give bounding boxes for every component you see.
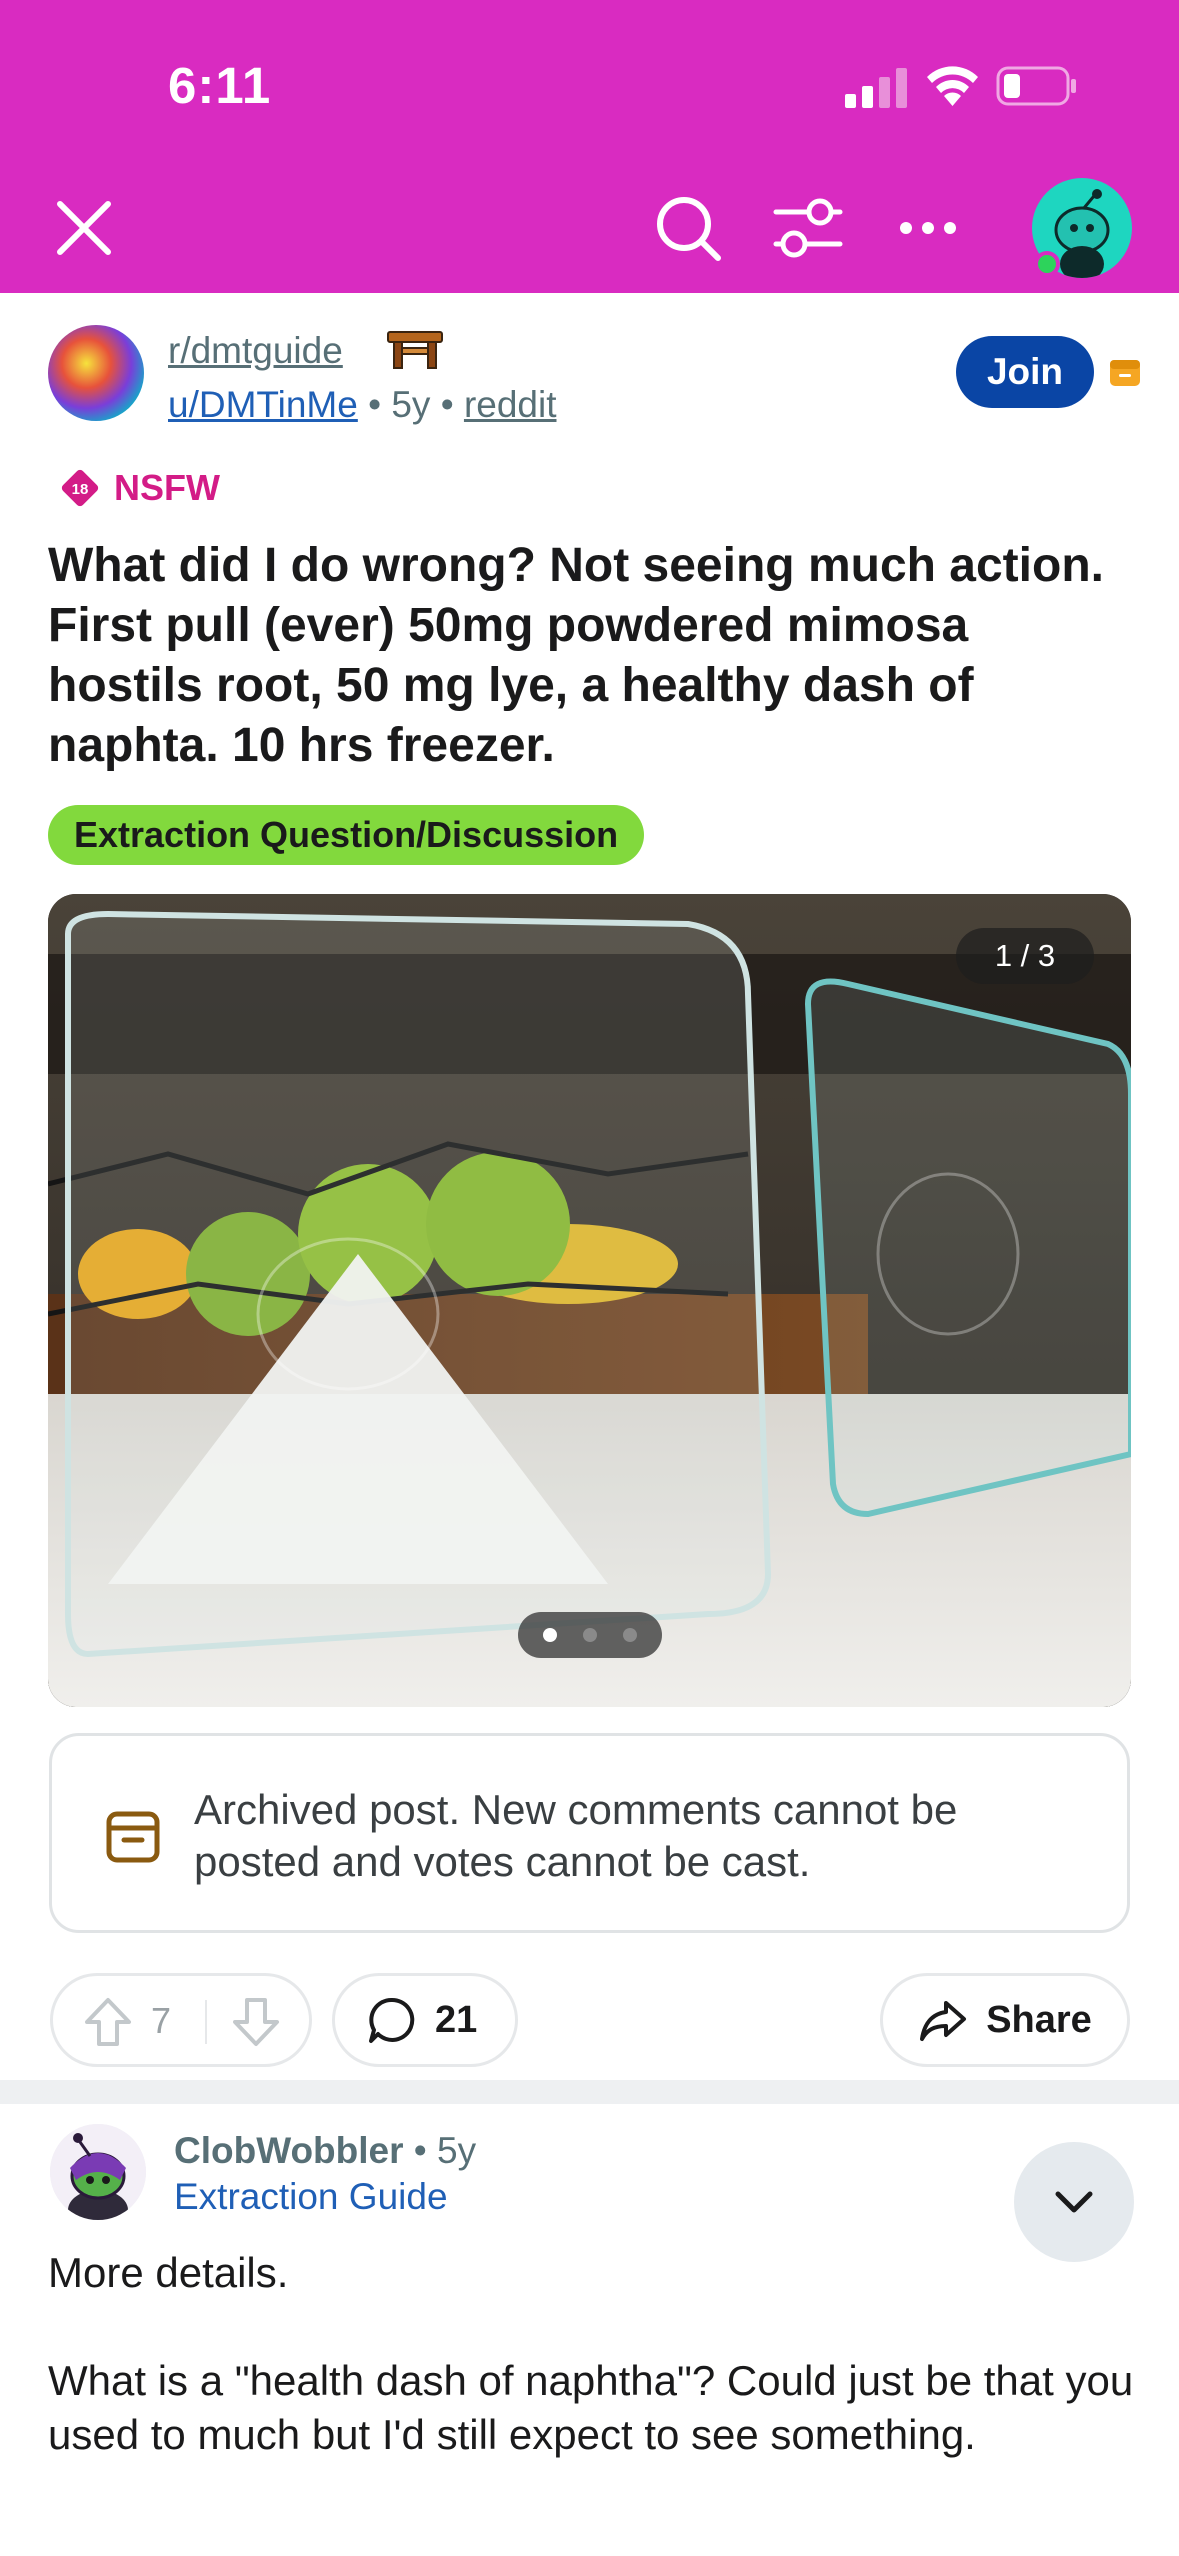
search-icon[interactable] bbox=[652, 192, 724, 264]
vote-control: 7 bbox=[50, 1973, 312, 2067]
carousel-dot[interactable] bbox=[543, 1628, 557, 1642]
comment-age: 5y bbox=[437, 2130, 477, 2171]
carousel-dots[interactable] bbox=[518, 1612, 662, 1658]
comment-meta: ClobWobbler • 5y bbox=[174, 2130, 476, 2172]
cellular-signal-icon bbox=[845, 68, 907, 108]
carousel-dot[interactable] bbox=[583, 1628, 597, 1642]
more-icon[interactable] bbox=[892, 192, 964, 264]
post-author[interactable]: u/DMTinMe bbox=[168, 384, 358, 425]
section-divider bbox=[0, 2080, 1179, 2104]
post-title[interactable]: What did I do wrong? Not seeing much act… bbox=[48, 536, 1128, 776]
meta-separator: • bbox=[440, 384, 464, 425]
post-age: 5y bbox=[391, 384, 431, 425]
snoo-avatar-icon bbox=[50, 2124, 146, 2220]
status-time: 6:11 bbox=[168, 57, 272, 114]
collapse-button[interactable] bbox=[1014, 2142, 1134, 2262]
archive-box-icon bbox=[106, 1811, 160, 1863]
vote-separator bbox=[205, 2000, 207, 2044]
battery-icon bbox=[996, 66, 1076, 106]
comment-count: 21 bbox=[435, 1998, 478, 2041]
nsfw-label: NSFW bbox=[114, 467, 220, 508]
post-meta: u/DMTinMe • 5y • reddit bbox=[168, 384, 557, 426]
top-bar: 6:11 bbox=[0, 0, 1179, 293]
chevron-down-icon bbox=[1055, 2191, 1093, 2213]
comment-icon bbox=[369, 1997, 415, 2043]
nsfw-tag: 18 NSFW bbox=[58, 466, 220, 510]
meta-separator: • bbox=[368, 384, 392, 425]
post-image[interactable] bbox=[48, 894, 1131, 1707]
carousel-dot[interactable] bbox=[623, 1628, 637, 1642]
share-label: Share bbox=[986, 1998, 1092, 2041]
online-status-dot bbox=[1034, 251, 1060, 277]
filter-icon[interactable] bbox=[772, 192, 844, 264]
post-flair[interactable]: Extraction Question/Discussion bbox=[48, 805, 645, 865]
share-icon bbox=[920, 2001, 967, 2041]
commenter-avatar[interactable] bbox=[50, 2124, 146, 2220]
svg-text:18: 18 bbox=[72, 481, 89, 498]
subreddit-avatar[interactable] bbox=[48, 325, 144, 421]
image-scene bbox=[48, 894, 1131, 1707]
nsfw-badge-icon: 18 bbox=[61, 469, 99, 507]
comments-button[interactable]: 21 bbox=[332, 1973, 518, 2067]
comment-author-flair: Extraction Guide bbox=[174, 2176, 448, 2217]
meta-separator: • bbox=[413, 2130, 438, 2171]
upvote-icon[interactable] bbox=[83, 1996, 133, 2048]
downvote-icon[interactable] bbox=[231, 1996, 281, 2048]
close-icon[interactable] bbox=[52, 196, 116, 260]
archive-icon bbox=[1110, 360, 1140, 386]
bench-icon bbox=[387, 331, 443, 369]
wifi-icon bbox=[927, 66, 978, 106]
comment-body: More details. What is a "health dash of … bbox=[48, 2249, 1134, 2458]
subreddit-name[interactable]: r/dmtguide bbox=[168, 330, 343, 372]
vote-count: 7 bbox=[151, 2000, 172, 2041]
comment-author[interactable]: ClobWobbler bbox=[174, 2130, 404, 2171]
image-counter: 1 / 3 bbox=[956, 928, 1094, 984]
post-source[interactable]: reddit bbox=[464, 384, 557, 425]
archived-notice: Archived post. New comments cannot be po… bbox=[49, 1733, 1130, 1933]
share-button[interactable]: Share bbox=[880, 1973, 1130, 2067]
archived-notice-text: Archived post. New comments cannot be po… bbox=[194, 1786, 958, 1885]
join-button[interactable]: Join bbox=[956, 336, 1094, 408]
